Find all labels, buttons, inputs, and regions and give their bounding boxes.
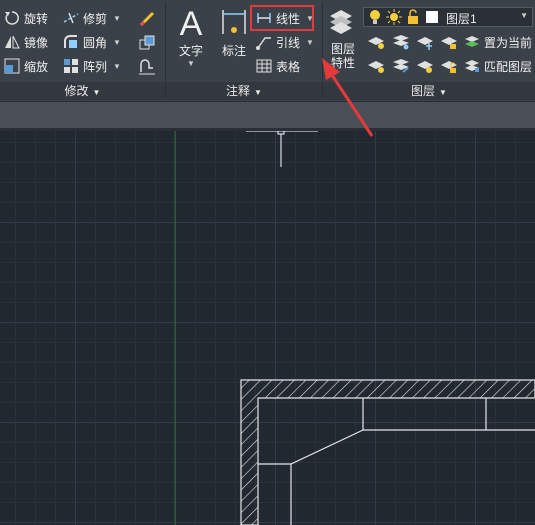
array-icon: [63, 58, 79, 74]
layer-on-icon[interactable]: [367, 58, 385, 79]
unlock-icon: [406, 9, 420, 30]
table-button[interactable]: 表格: [256, 56, 300, 76]
mirror-icon: [4, 34, 20, 50]
erase-button[interactable]: [138, 8, 158, 28]
ribbon: 旋转 修剪 ▼ 镜像 圆角 ▼ 缩放 阵列 ▼ 修改 ▼ A 文字 ▼ 标注 线…: [0, 0, 535, 102]
fillet-icon: [63, 34, 79, 50]
mirror-label: 镜像: [24, 35, 49, 50]
text-dropdown-icon[interactable]: ▼: [172, 59, 210, 68]
layer-lock-icon[interactable]: [440, 34, 458, 55]
layer-properties-button[interactable]: 图层 特性: [326, 6, 360, 70]
match-layer-icon: [464, 58, 480, 74]
trim-dropdown-icon[interactable]: ▼: [113, 14, 121, 23]
current-layer-name: 图层1: [446, 12, 477, 26]
layer-dropdown-icon[interactable]: ▼: [520, 11, 528, 20]
dimension-label: 标注: [221, 44, 246, 58]
layer-unlock-icon[interactable]: [440, 58, 458, 79]
crosshair-cursor: [246, 131, 318, 167]
leader-icon: [256, 34, 272, 50]
sun-icon: [386, 9, 402, 30]
annotation-panel-title[interactable]: 注释 ▼: [166, 82, 322, 100]
layer-color-swatch: [426, 11, 438, 23]
file-tab-bar: [0, 102, 535, 128]
layers-panel-title[interactable]: 图层 ▼: [323, 82, 535, 100]
set-current-icon: [464, 34, 480, 50]
counter-outline: [258, 398, 535, 525]
copy-button[interactable]: [138, 32, 158, 52]
layer-properties-label: 图层 特性: [330, 42, 355, 70]
annotation-title-label: 注释: [226, 84, 251, 98]
layers-title-label: 图层: [411, 84, 436, 98]
table-label: 表格: [276, 59, 301, 74]
annotation-expand-icon: ▼: [254, 88, 262, 97]
mirror-button[interactable]: 镜像: [4, 32, 48, 52]
fillet-button[interactable]: 圆角 ▼: [63, 32, 121, 52]
copy-3d-icon: [138, 34, 155, 50]
rotate-button[interactable]: 旋转: [4, 8, 48, 28]
scale-label: 缩放: [24, 59, 49, 74]
array-label: 阵列: [83, 59, 108, 74]
text-a-icon: A: [179, 5, 203, 43]
layer-stack-icon: [326, 6, 360, 42]
text-button[interactable]: A 文字 ▼: [172, 6, 210, 68]
drawing-canvas[interactable]: [0, 131, 535, 525]
linear-highlight-box: [250, 5, 314, 31]
layer-dropdown[interactable]: 图层1 ▼: [363, 7, 533, 27]
set-current-label: 置为当前: [484, 35, 533, 50]
hatched-wall: [240, 379, 535, 525]
layer-unisolate-icon[interactable]: [392, 58, 410, 79]
leader-dropdown-icon[interactable]: ▼: [306, 38, 314, 47]
leader-label: 引线: [276, 35, 301, 50]
offset-button[interactable]: [138, 56, 158, 76]
match-layer-label: 匹配图层: [484, 59, 533, 74]
layer-freeze-icon[interactable]: [416, 34, 434, 55]
table-icon: [256, 58, 272, 74]
rotate-icon: [4, 10, 20, 26]
rotate-label: 旋转: [24, 11, 49, 26]
offset-icon: [138, 58, 155, 75]
modify-panel-title[interactable]: 修改 ▼: [0, 82, 165, 100]
set-current-button[interactable]: 置为当前: [464, 32, 532, 52]
dimension-button[interactable]: 标注: [215, 6, 253, 59]
drawing-svg: [174, 131, 535, 525]
scale-button[interactable]: 缩放: [4, 56, 48, 76]
fillet-label: 圆角: [83, 35, 108, 50]
layers-expand-icon: ▼: [439, 88, 447, 97]
trim-button[interactable]: 修剪 ▼: [63, 8, 121, 28]
layer-thaw-icon[interactable]: [416, 58, 434, 79]
leader-button[interactable]: 引线 ▼: [256, 32, 314, 52]
array-dropdown-icon[interactable]: ▼: [113, 62, 121, 71]
trim-label: 修剪: [83, 11, 108, 26]
array-button[interactable]: 阵列 ▼: [63, 56, 121, 76]
scale-icon: [4, 58, 20, 74]
layer-off-icon[interactable]: [367, 34, 385, 55]
trim-icon: [63, 10, 79, 26]
modify-expand-icon: ▼: [92, 88, 101, 97]
lightbulb-icon: [369, 9, 381, 30]
erase-icon: [138, 10, 155, 27]
match-layer-button[interactable]: 匹配图层: [464, 56, 532, 76]
modify-title-label: 修改: [64, 84, 89, 98]
text-label: 文字: [178, 44, 203, 58]
dimension-icon: [215, 6, 253, 42]
layer-isolate-icon[interactable]: [392, 34, 410, 55]
fillet-dropdown-icon[interactable]: ▼: [113, 38, 121, 47]
